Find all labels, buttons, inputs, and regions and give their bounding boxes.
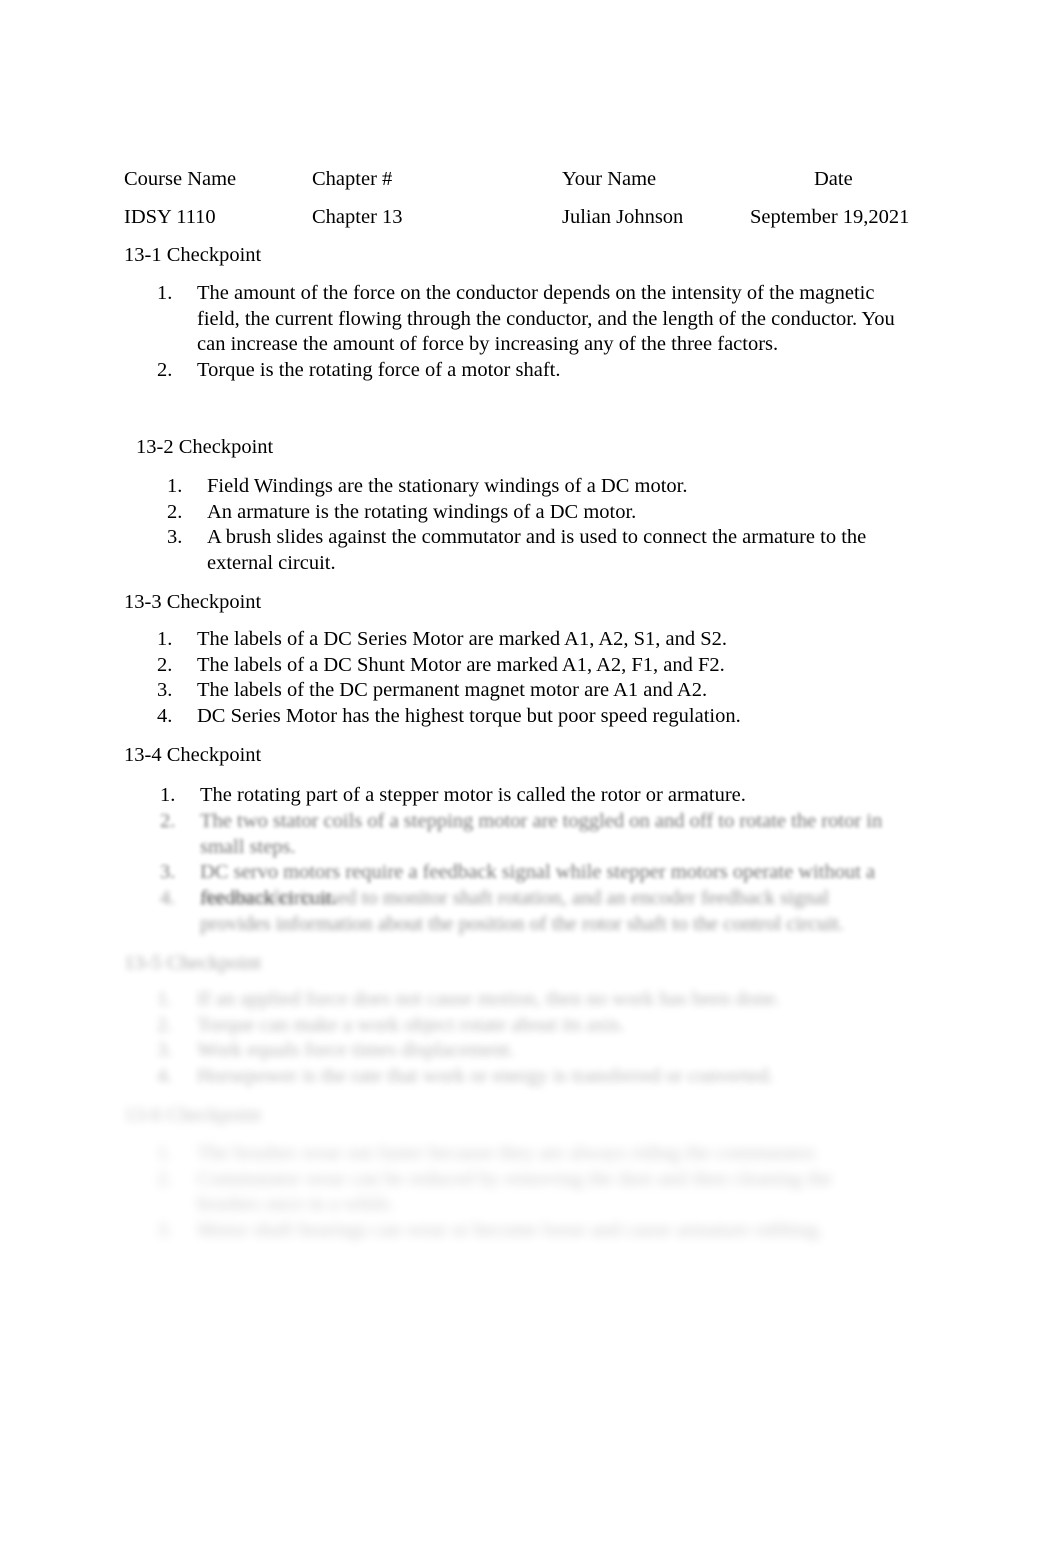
list-item: 1. The brushes wear out faster because t… — [157, 1141, 897, 1167]
list-item-text: The brushes wear out faster because they… — [197, 1142, 819, 1164]
faded-region-6: 1. The brushes wear out faster because t… — [0, 0, 1062, 1561]
list-item-number: 1. — [157, 1142, 173, 1164]
list-item: 2. Commutator wear can be reduced by rem… — [157, 1167, 897, 1218]
section-list-13-6: 1. The brushes wear out faster because t… — [157, 1141, 897, 1243]
list-item-number: 3. — [157, 1218, 173, 1241]
document-page: Course Name Chapter # Your Name Date IDS… — [0, 0, 1062, 1561]
list-item: 3. Motor shaft bearings can wear or beco… — [157, 1218, 897, 1244]
list-item-number: 2. — [157, 1167, 173, 1190]
list-item-text: Commutator wear can be reduced by removi… — [197, 1167, 833, 1216]
list-item-text: Motor shaft bearings can wear or become … — [197, 1218, 824, 1241]
